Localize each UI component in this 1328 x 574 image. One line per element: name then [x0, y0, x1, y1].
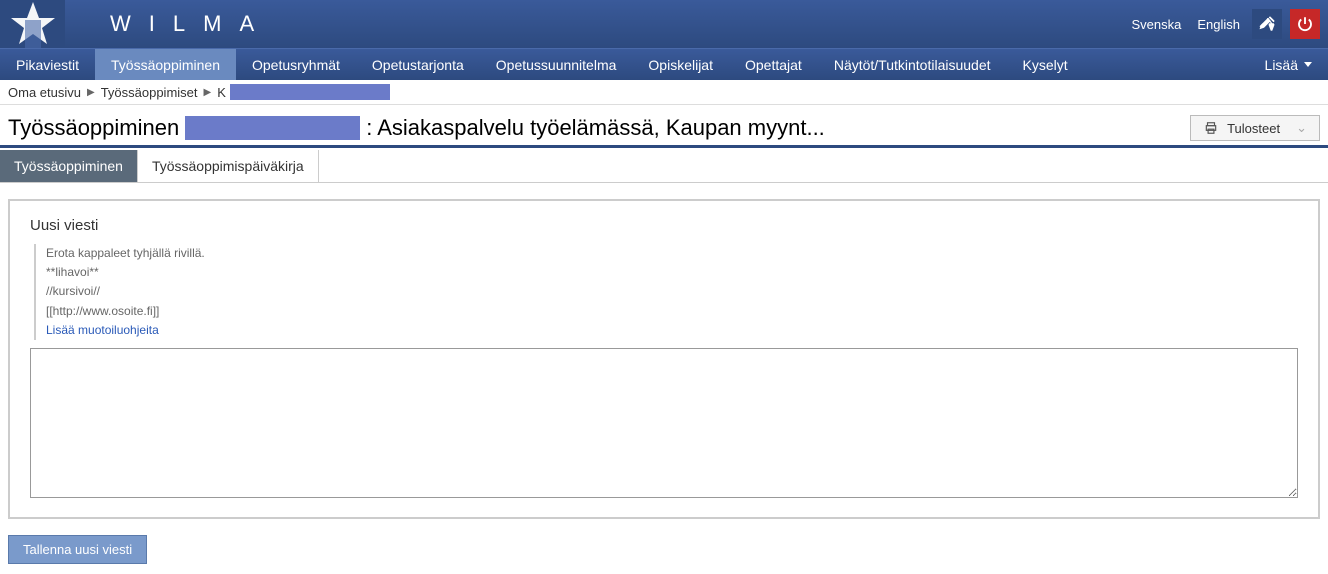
language-svenska[interactable]: Svenska — [1127, 17, 1185, 32]
print-label: Tulosteet — [1227, 121, 1280, 136]
nav-opetustarjonta[interactable]: Opetustarjonta — [356, 49, 480, 80]
nav-tyossaoppiminen[interactable]: Työssäoppiminen — [95, 49, 236, 80]
breadcrumb-level3-prefix: K — [217, 85, 226, 100]
logo[interactable] — [0, 0, 65, 48]
breadcrumb-level2[interactable]: Työssäoppimiset — [101, 85, 198, 100]
nav-naytot[interactable]: Näytöt/Tutkintotilaisuudet — [818, 49, 1007, 80]
tab-paivakirja[interactable]: Työssäoppimispäiväkirja — [138, 150, 319, 182]
chevron-right-icon: ▶ — [204, 87, 212, 98]
breadcrumb: Oma etusivu ▶ Työssäoppimiset ▶ K — [0, 80, 1328, 105]
section-title: Uusi viesti — [30, 217, 1298, 234]
nav-more-label: Lisää — [1265, 57, 1298, 73]
page-title-prefix: Työssäoppiminen — [8, 115, 179, 141]
settings-icon[interactable] — [1252, 9, 1282, 39]
page-title-suffix: : Asiakaspalvelu työelämässä, Kaupan myy… — [366, 115, 825, 141]
caret-down-icon — [1304, 62, 1312, 67]
hint-line: Erota kappaleet tyhjällä rivillä. — [46, 244, 1298, 263]
hint-line: //kursivoi// — [46, 282, 1298, 301]
formatting-help-link[interactable]: Lisää muotoiluohjeita — [46, 323, 159, 337]
nav-opettajat[interactable]: Opettajat — [729, 49, 818, 80]
page-title: Työssäoppiminen : Asiakaspalvelu työeläm… — [8, 115, 825, 141]
tab-tyossaoppiminen[interactable]: Työssäoppiminen — [0, 150, 138, 182]
chevron-down-icon: ⌄ — [1296, 120, 1307, 136]
chevron-right-icon: ▶ — [87, 87, 95, 98]
save-button[interactable]: Tallenna uusi viesti — [8, 535, 147, 564]
breadcrumb-home[interactable]: Oma etusivu — [8, 85, 81, 100]
hint-line: [[http://www.osoite.fi]] — [46, 302, 1298, 321]
print-icon — [1203, 121, 1219, 135]
nav-opetusryhmat[interactable]: Opetusryhmät — [236, 49, 356, 80]
print-button[interactable]: Tulosteet ⌄ — [1190, 115, 1320, 141]
power-icon[interactable] — [1290, 9, 1320, 39]
nav-kyselyt[interactable]: Kyselyt — [1007, 49, 1084, 80]
nav-opiskelijat[interactable]: Opiskelijat — [632, 49, 729, 80]
nav-pikaviestit[interactable]: Pikaviestit — [0, 49, 95, 80]
message-textarea[interactable] — [30, 348, 1298, 498]
nav-more[interactable]: Lisää — [1249, 49, 1328, 80]
formatting-hints: Erota kappaleet tyhjällä rivillä. **liha… — [34, 244, 1298, 340]
language-english[interactable]: English — [1193, 17, 1244, 32]
hint-line: **lihavoi** — [46, 263, 1298, 282]
redacted-text — [230, 84, 390, 100]
brand-name: WILMA — [110, 11, 272, 37]
redacted-text — [185, 116, 360, 140]
nav-opetussuunnitelma[interactable]: Opetussuunnitelma — [480, 49, 633, 80]
